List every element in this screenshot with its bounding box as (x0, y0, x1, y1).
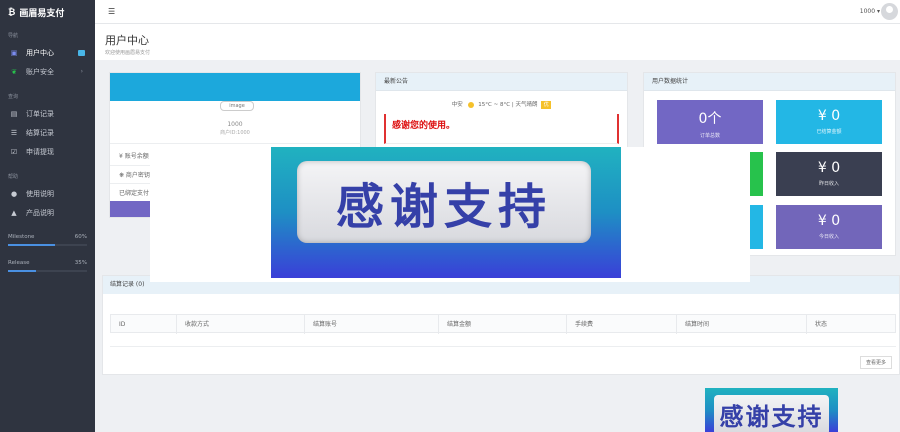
settlement-panel: 结算记录 (0) ID 收款方式 结算账号 结算金额 手续费 结算时间 状态 查… (102, 275, 900, 375)
user-menu[interactable]: 1000 ▾ (860, 8, 880, 15)
progress-value: 35% (74, 260, 87, 266)
popup-overlay[interactable]: 感谢支持 (150, 147, 750, 282)
profile-image: image (220, 101, 254, 111)
page-title: 用户中心 (105, 34, 149, 47)
banner-text: 感谢支持 (719, 403, 824, 431)
column-header: 状态 (806, 315, 896, 334)
bell-icon: ▲ (11, 208, 17, 217)
stat-order-count[interactable]: 0个 订单总数 (657, 100, 763, 144)
stat-value: ¥ 0 (817, 108, 841, 124)
sidebar-item-product[interactable]: ▲ 产品说明 (0, 203, 95, 222)
progress-value: 60% (74, 234, 87, 240)
profile-cover (110, 73, 360, 101)
progress-label: Milestone (8, 234, 35, 240)
page-subtitle: 欢迎使用画眉易支付 (105, 50, 151, 56)
chevron-right-icon: › (80, 68, 83, 75)
progress-label: Release (8, 260, 30, 266)
weather-city: 中安 (451, 102, 463, 108)
stat-label: 已结算金额 (816, 129, 842, 135)
page-header: 用户中心 欢迎使用画眉易支付 (95, 24, 900, 60)
info-icon: ● (10, 189, 18, 198)
stat-label: 订单总数 (699, 133, 720, 139)
merchant-id: 1000 (227, 121, 243, 128)
list-icon: ☰ (10, 128, 18, 137)
divider (110, 346, 896, 347)
active-badge (78, 49, 85, 56)
brand[interactable]: ₿ 画眉易支付 (0, 0, 95, 24)
brand-name: 画眉易支付 (19, 8, 65, 19)
stat-label: 今日收入 (818, 234, 839, 240)
stat-today[interactable]: ¥ 0 今日收入 (776, 205, 882, 249)
topbar: ☰ 1000 ▾ (95, 0, 900, 24)
bitcoin-icon: ₿ (8, 7, 16, 18)
weather-desc: 天气晴朗 (515, 102, 538, 108)
nav-section-main: 导航 (8, 33, 19, 39)
column-header: 结算金额 (438, 315, 566, 334)
key-row[interactable]: ❋ 商户密钥 (119, 170, 150, 179)
sidebar-item-user-center[interactable]: ▣ 用户中心 (0, 43, 95, 62)
stat-yesterday[interactable]: ¥ 0 昨日收入 (776, 152, 882, 196)
leaf-icon: ❦ (11, 67, 17, 76)
progress-fill (8, 244, 56, 246)
bind-row[interactable]: 已绑定支付 (119, 188, 149, 197)
sidebar-item-label: 结算记录 (26, 128, 54, 137)
column-header: 结算时间 (676, 315, 806, 334)
check-icon: ☑ (10, 147, 18, 156)
weather-temp: 15°C ~ 8°C (478, 102, 511, 108)
sidebar-item-label: 使用说明 (26, 189, 54, 198)
user-icon: ▣ (10, 48, 18, 57)
view-more-button[interactable]: 查看更多 (860, 356, 892, 369)
sidebar-item-guide[interactable]: ● 使用说明 (0, 184, 95, 203)
nav-section-query: 查询 (8, 94, 19, 100)
sidebar-item-label: 申请提现 (26, 147, 54, 156)
thanks-banner[interactable]: 感谢支持 (271, 147, 621, 278)
order-icon: ▤ (10, 109, 18, 118)
banner-text: 感谢支持 (335, 179, 552, 235)
balance-row[interactable]: ¥ 账号余额 (119, 151, 149, 160)
sidebar-item-label: 用户中心 (26, 48, 54, 57)
sidebar: ₿ 画眉易支付 导航 ▣ 用户中心 ❦ 账户安全 › 查询 ▤ 订单记录 ☰ 结… (0, 0, 95, 432)
stats-title: 用户数据统计 (644, 73, 895, 91)
column-header: 手续费 (566, 315, 676, 334)
menu-toggle-icon[interactable]: ☰ (108, 7, 115, 16)
banner-plate: 感谢支持 (714, 395, 829, 432)
weather-widget: 中安 15°C ~ 8°C | 天气晴朗 优 (376, 100, 627, 109)
column-header: ID (119, 321, 126, 328)
sidebar-item-label: 产品说明 (26, 208, 54, 217)
sidebar-item-orders[interactable]: ▤ 订单记录 (0, 104, 95, 123)
thanks-banner-small[interactable]: 感谢支持 (705, 388, 838, 432)
nav-section-help: 帮助 (8, 174, 19, 180)
progress-milestone: Milestone 60% (0, 230, 95, 250)
merchant-sub: 商户ID:1000 (220, 130, 250, 136)
stat-value: 0个 (698, 111, 722, 127)
stat-settled[interactable]: ¥ 0 已结算金额 (776, 100, 882, 144)
notice-title: 最新公告 (376, 73, 627, 91)
stat-label: 昨日收入 (818, 181, 839, 187)
sun-icon (467, 101, 474, 108)
column-header: 结算账号 (304, 315, 438, 334)
stat-value: ¥ 0 (817, 213, 841, 229)
settlement-table-header: ID 收款方式 结算账号 结算金额 手续费 结算时间 状态 (110, 314, 896, 334)
divider (110, 143, 360, 144)
user-name: 1000 (859, 8, 876, 15)
stat-value: ¥ 0 (817, 160, 841, 176)
progress-fill (8, 270, 36, 272)
sidebar-item-label: 账户安全 (26, 67, 54, 76)
progress-release: Release 35% (0, 256, 95, 276)
notice-body: 感谢您的使用。 (384, 113, 619, 144)
sidebar-item-settlements[interactable]: ☰ 结算记录 (0, 123, 95, 142)
air-quality-badge: 优 (541, 100, 552, 109)
banner-plate: 感谢支持 (297, 161, 591, 243)
notice-message: 感谢您的使用。 (392, 120, 456, 131)
progress-track (8, 270, 87, 272)
progress-track (8, 244, 87, 246)
sidebar-item-account-security[interactable]: ❦ 账户安全 › (0, 62, 95, 81)
column-header: 收款方式 (176, 315, 304, 334)
avatar[interactable] (881, 3, 898, 20)
sidebar-item-label: 订单记录 (26, 109, 54, 118)
sidebar-item-withdraw[interactable]: ☑ 申请提现 (0, 142, 95, 161)
